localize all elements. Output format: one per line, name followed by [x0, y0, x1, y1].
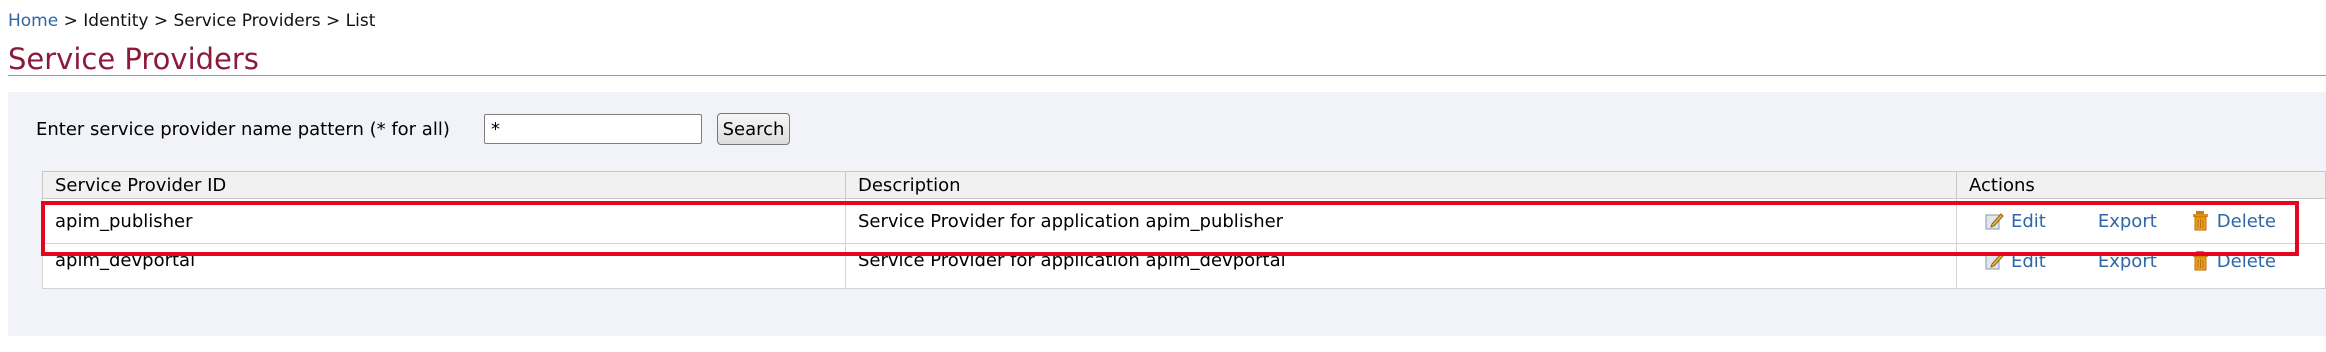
trash-icon	[2192, 251, 2208, 271]
edit-label: Edit	[2011, 250, 2046, 272]
table-header-row: Service Provider ID Description Actions	[42, 171, 2326, 199]
breadcrumb-item-identity: Identity	[83, 11, 149, 31]
table-row: apim_publisher Service Provider for appl…	[42, 198, 2326, 244]
service-provider-id: apim_publisher	[42, 198, 846, 244]
search-label: Enter service provider name pattern (* f…	[36, 119, 450, 140]
breadcrumb-item-service-providers: Service Providers	[173, 11, 321, 31]
column-header-actions: Actions	[1956, 171, 2326, 199]
service-provider-description: Service Provider for application apim_de…	[845, 243, 1957, 289]
service-provider-description: Service Provider for application apim_pu…	[845, 198, 1957, 244]
delete-label: Delete	[2216, 250, 2276, 272]
breadcrumb-home-link[interactable]: Home	[8, 11, 58, 31]
service-provider-id: apim_devportal	[42, 243, 846, 289]
breadcrumb-separator: >	[63, 11, 78, 31]
breadcrumb-separator: >	[325, 11, 341, 31]
service-providers-table: Service Provider ID Description Actions …	[42, 171, 2326, 289]
column-header-description: Description	[845, 171, 1957, 199]
search-input[interactable]	[484, 114, 702, 144]
delete-link[interactable]: Delete	[2191, 210, 2276, 232]
breadcrumb: Home > Identity > Service Providers > Li…	[8, 10, 375, 32]
row-actions: Edit Export Delete	[1956, 243, 2326, 289]
trash-icon	[2192, 211, 2208, 231]
edit-link[interactable]: Edit	[1983, 210, 2046, 232]
edit-link[interactable]: Edit	[1983, 250, 2046, 272]
breadcrumb-separator: >	[153, 11, 169, 31]
edit-label: Edit	[2011, 210, 2046, 232]
export-link[interactable]: Export	[2098, 211, 2157, 232]
delete-link[interactable]: Delete	[2191, 250, 2276, 272]
page-title: Service Providers	[8, 42, 259, 76]
row-actions: Edit Export Delete	[1956, 198, 2326, 244]
export-link[interactable]: Export	[2098, 251, 2157, 272]
edit-pencil-icon	[1985, 213, 2004, 230]
table-row: apim_devportal Service Provider for appl…	[42, 243, 2326, 289]
column-header-id: Service Provider ID	[42, 171, 846, 199]
edit-pencil-icon	[1985, 253, 2004, 270]
delete-label: Delete	[2216, 210, 2276, 232]
title-divider	[8, 75, 2326, 76]
search-button[interactable]: Search	[717, 113, 790, 145]
breadcrumb-item-list: List	[345, 11, 376, 31]
